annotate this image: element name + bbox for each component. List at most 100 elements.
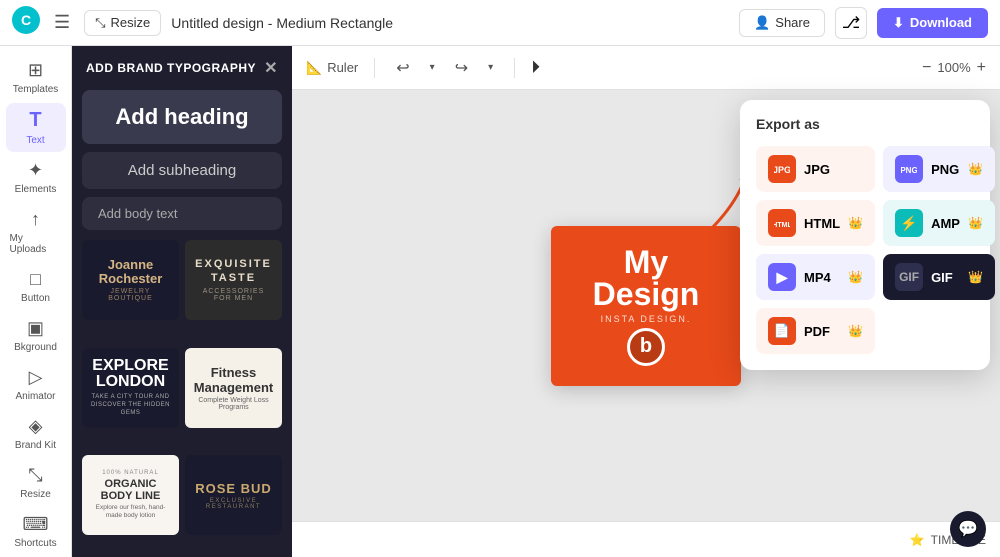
- sidebar-item-label: Animator: [15, 391, 55, 402]
- template-subtitle: JEWELRY BOUTIQUE: [90, 288, 171, 302]
- animator-icon: ▷: [29, 367, 43, 388]
- left-panel: ADD BRAND TYPOGRAPHY ✕ Add heading Add s…: [72, 46, 292, 557]
- sidebar-item-label: Templates: [13, 84, 59, 95]
- uploads-icon: ↑: [31, 209, 40, 230]
- resize-label: Resize: [111, 15, 151, 30]
- design-title: MyDesign: [593, 246, 700, 310]
- toolbar-separator: [374, 58, 375, 78]
- template-title: ROSE BUD: [193, 481, 274, 496]
- export-pdf-button[interactable]: 📄 PDF 👑: [756, 308, 875, 354]
- add-body-option[interactable]: Add body text: [82, 197, 282, 230]
- resize-sidebar-icon: ⤡: [28, 465, 42, 486]
- share-button[interactable]: 👤 Share: [739, 9, 825, 37]
- play-button[interactable]: ⏵: [531, 57, 540, 78]
- star-icon: ⭐: [910, 533, 925, 547]
- export-gif-button[interactable]: GIF GIF 👑: [883, 254, 995, 300]
- redo-button[interactable]: ↪: [450, 55, 473, 81]
- gif-crown: 👑: [968, 270, 983, 284]
- amp-crown: 👑: [968, 216, 983, 230]
- zoom-out-button[interactable]: −: [922, 59, 931, 77]
- sidebar-item-background[interactable]: ▣ Bkground: [6, 312, 66, 359]
- resize-button[interactable]: ⤡ Resize: [84, 10, 161, 36]
- add-heading-option[interactable]: Add heading: [82, 90, 282, 144]
- sidebar-item-text[interactable]: T Text: [6, 103, 66, 152]
- export-png-button[interactable]: PNG PNG 👑: [883, 146, 995, 192]
- sidebar-item-button[interactable]: □ Button: [6, 263, 66, 310]
- sidebar-item-label: My Uploads: [10, 233, 62, 255]
- download-button[interactable]: ⬇ Download: [877, 8, 988, 38]
- export-amp-button[interactable]: ⚡ AMP 👑: [883, 200, 995, 246]
- bottom-bar: ⭐ TIMELINE: [292, 521, 1000, 557]
- panel-close-button[interactable]: ✕: [264, 58, 278, 78]
- ruler-button[interactable]: 📐 Ruler: [306, 60, 358, 76]
- template-card-fitness[interactable]: Fitness Management Complete Weight Loss …: [185, 348, 282, 428]
- template-tag: 100% NATURAL: [90, 470, 171, 476]
- pdf-crown: 👑: [848, 324, 863, 338]
- download-icon: ⬇: [893, 15, 904, 31]
- more-options-button[interactable]: ⎇: [835, 7, 867, 39]
- shortcuts-icon: ⌨: [23, 514, 49, 535]
- zoom-area: − 100% +: [922, 59, 986, 77]
- export-mp4-button[interactable]: ▶ MP4 👑: [756, 254, 875, 300]
- templates-icon: ⊞: [28, 60, 43, 81]
- template-card-rosebud[interactable]: ROSE BUD EXCLUSIVE RESTAURANT: [185, 455, 282, 535]
- background-icon: ▣: [27, 318, 44, 339]
- text-icon: T: [29, 109, 41, 132]
- share-network-icon: ⎇: [842, 13, 860, 33]
- zoom-in-button[interactable]: +: [977, 59, 986, 77]
- template-card-exquisite[interactable]: EXQUISITETASTE ACCESSORIES FOR MEN: [185, 240, 282, 320]
- template-title: EXQUISITETASTE: [193, 258, 274, 284]
- sidebar-item-resize[interactable]: ⤡ Resize: [6, 459, 66, 506]
- template-title: EXPLORELONDON: [90, 358, 171, 390]
- export-panel: Export as JPG JPG PNG PNG 👑: [740, 100, 990, 370]
- export-html-button[interactable]: HTML HTML 👑: [756, 200, 875, 246]
- amp-label: AMP: [931, 216, 960, 231]
- design-subtitle: Insta Design.: [601, 314, 692, 324]
- pdf-label: PDF: [804, 324, 840, 339]
- export-format-grid: JPG JPG PNG PNG 👑 HTML HTML 👑: [756, 146, 974, 354]
- canvas-area: 📐 Ruler ↩ ▾ ↪ ▾ ⏵ − 100% + MyDesign Inst…: [292, 46, 1000, 557]
- heading-label: Add heading: [115, 104, 248, 129]
- sidebar-item-label: Brand Kit: [15, 440, 56, 451]
- menu-icon[interactable]: ☰: [50, 8, 74, 37]
- redo-dropdown-button[interactable]: ▾: [483, 59, 498, 76]
- undo-button[interactable]: ↩: [391, 55, 414, 81]
- template-title: Fitness Management: [193, 365, 274, 395]
- sidebar-item-animator[interactable]: ▷ Animator: [6, 361, 66, 408]
- mp4-icon: ▶: [768, 263, 796, 291]
- template-card-explore[interactable]: EXPLORELONDON TAKE A CITY TOUR AND DISCO…: [82, 348, 179, 428]
- sidebar-item-label: Bkground: [14, 342, 57, 353]
- undo-dropdown-button[interactable]: ▾: [425, 59, 440, 76]
- share-label: Share: [775, 15, 810, 30]
- svg-text:PNG: PNG: [901, 166, 917, 175]
- sidebar-item-label: Elements: [15, 184, 57, 195]
- sidebar-item-elements[interactable]: ✦ Elements: [6, 154, 66, 201]
- resize-icon: ⤡: [95, 15, 105, 31]
- export-panel-title: Export as: [756, 116, 974, 132]
- button-icon: □: [30, 269, 41, 290]
- sidebar-item-brandkit[interactable]: ◈ Brand Kit: [6, 410, 66, 457]
- chat-button[interactable]: 💬: [950, 511, 986, 547]
- template-card-joanne[interactable]: Joanne Rochester JEWELRY BOUTIQUE: [82, 240, 179, 320]
- ruler-icon: 📐: [306, 60, 322, 76]
- add-subheading-option[interactable]: Add subheading: [82, 152, 282, 189]
- sidebar-item-shortcuts[interactable]: ⌨ Shortcuts: [6, 508, 66, 555]
- sidebar-item-uploads[interactable]: ↑ My Uploads: [6, 203, 66, 261]
- png-crown: 👑: [968, 162, 983, 176]
- sidebar-item-label: Text: [26, 135, 44, 146]
- body-label: Add body text: [98, 206, 178, 221]
- download-label: Download: [910, 15, 972, 30]
- sidebar-item-templates[interactable]: ⊞ Templates: [6, 54, 66, 101]
- pdf-icon: 📄: [768, 317, 796, 345]
- brandkit-icon: ◈: [29, 416, 43, 437]
- logo-char: b: [640, 335, 652, 358]
- chat-icon: 💬: [958, 519, 978, 539]
- html-label: HTML: [804, 216, 840, 231]
- template-title: Joanne Rochester: [90, 258, 171, 287]
- html-crown: 👑: [848, 216, 863, 230]
- export-jpg-button[interactable]: JPG JPG: [756, 146, 875, 192]
- template-grid: Joanne Rochester JEWELRY BOUTIQUE EXQUIS…: [72, 240, 292, 557]
- template-card-organic[interactable]: 100% NATURAL ORGANICBODY LINE Explore ou…: [82, 455, 179, 535]
- png-label: PNG: [931, 162, 960, 177]
- png-icon: PNG: [895, 155, 923, 183]
